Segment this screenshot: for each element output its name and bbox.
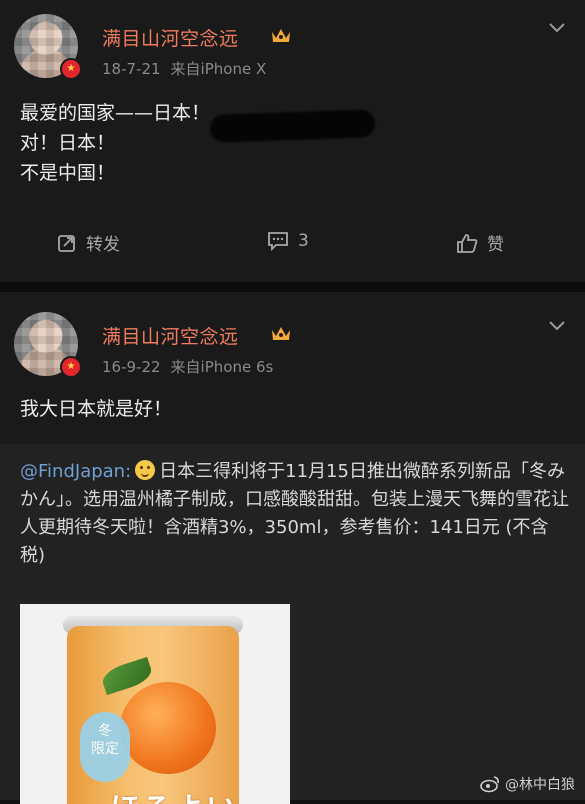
chevron-down-icon[interactable] (548, 320, 566, 332)
post-text: 最爱的国家——日本！ 对！日本！ 不是中国！ (20, 98, 210, 188)
chevron-down-icon[interactable] (548, 22, 566, 34)
post-date: 16-9-22 (102, 358, 161, 376)
mention-link[interactable]: @FindJapan: (20, 461, 131, 482)
post-source: 来自iPhone X (170, 60, 267, 78)
product-image[interactable]: 冬 限定 ほろよい (20, 604, 290, 804)
post-date: 18-7-21 (102, 60, 161, 78)
smile-emoji-icon (135, 460, 156, 480)
post-line: 不是中国！ (20, 162, 116, 184)
post-line: 对！日本！ (20, 132, 116, 154)
post-line: 我大日本就是好！ (20, 398, 173, 420)
watermark-text: @林中白狼 (505, 777, 575, 793)
repost-label: 转发 (86, 235, 120, 255)
can-brand: ほろよい (110, 784, 238, 804)
action-bar: 转发 3 赞 (0, 222, 585, 262)
thumbs-up-icon (457, 233, 478, 253)
post-card: ★ 满目山河空念远 16-9-22 来自iPhone 6s 我大日本就是好！ @F… (0, 292, 585, 804)
reposted-text: @FindJapan: 日本三得利将于11月15日推出微醉系列新品「冬みかん」。选… (20, 458, 570, 570)
post-card: ★ 满目山河空念远 18-7-21 来自iPhone X 最爱的国家——日本！ 对… (0, 0, 585, 282)
crown-icon (272, 29, 290, 42)
comment-count: 3 (298, 231, 309, 251)
repost-icon (58, 234, 75, 252)
weibo-logo-icon (480, 776, 499, 793)
post-meta: 18-7-21 来自iPhone X (102, 58, 266, 79)
watermark: @林中白狼 (479, 774, 575, 794)
comment-button[interactable]: 3 (266, 230, 309, 252)
verified-badge-icon: ★ (60, 356, 82, 378)
username[interactable]: 满目山河空念远 (102, 322, 239, 349)
like-button[interactable]: 赞 (455, 230, 504, 255)
repost-button[interactable]: 转发 (56, 230, 120, 255)
post-meta: 16-9-22 来自iPhone 6s (102, 356, 273, 377)
like-label: 赞 (487, 235, 504, 255)
username[interactable]: 满目山河空念远 (102, 24, 239, 51)
crown-icon (272, 327, 290, 340)
post-text: 我大日本就是好！ (20, 394, 172, 424)
can-label: 冬 限定 (80, 712, 130, 782)
post-line: 最爱的国家——日本！ (20, 102, 211, 124)
post-source: 来自iPhone 6s (170, 358, 274, 376)
verified-badge-icon: ★ (60, 58, 82, 80)
post-divider (0, 282, 585, 292)
orange-illustration (120, 682, 216, 774)
redaction-mark (209, 109, 376, 143)
comment-icon (268, 232, 288, 252)
